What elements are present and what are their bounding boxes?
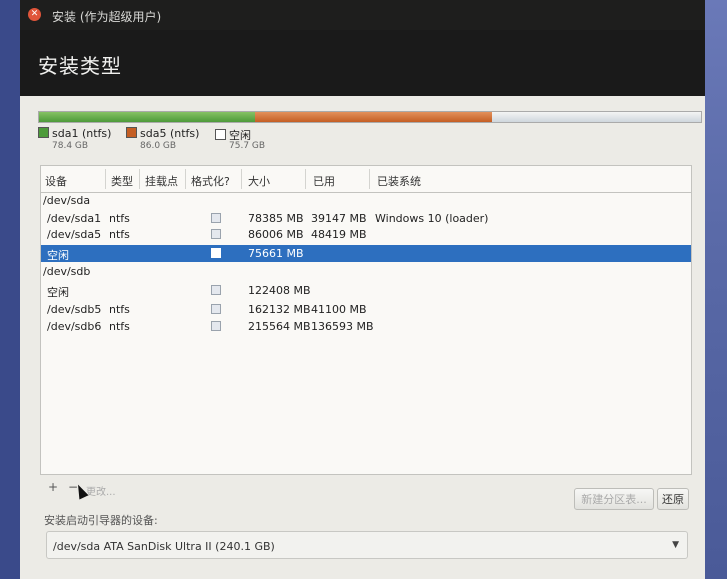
cell-type: ntfs [109, 320, 130, 333]
new-partition-table-button[interactable]: 新建分区表... [574, 488, 654, 510]
cell-size: 86006 MB [248, 228, 304, 241]
column-divider [305, 169, 306, 189]
column-header-device[interactable]: 设备 [45, 173, 67, 189]
format-checkbox[interactable] [211, 229, 221, 239]
column-header-used[interactable]: 已用 [313, 173, 335, 189]
legend-swatch [126, 127, 137, 138]
partition-segment-sda1 [39, 112, 255, 122]
column-divider [185, 169, 186, 189]
column-divider [105, 169, 106, 189]
cell-installed-system: Windows 10 (loader) [375, 212, 489, 225]
cell-size: 78385 MB [248, 212, 304, 225]
bootloader-device-label: 安装启动引导器的设备: [44, 514, 158, 527]
table-row-group[interactable]: /dev/sda [41, 192, 691, 209]
table-row[interactable]: 空闲 122408 MB [41, 282, 691, 299]
column-header-type[interactable]: 类型 [111, 173, 133, 189]
legend-size: 75.7 GB [229, 141, 266, 151]
cell-device: /dev/sdb6 [47, 320, 102, 333]
partition-segment-free [492, 112, 701, 122]
table-header: 设备 类型 挂载点 格式化? 大小 已用 已装系统 [41, 166, 691, 193]
bootloader-device-value: /dev/sda ATA SanDisk Ultra II (240.1 GB) [53, 540, 275, 553]
cell-used: 41100 MB [311, 303, 367, 316]
cell-used: 39147 MB [311, 212, 367, 225]
legend-item-sda5: sda5 (ntfs) [126, 127, 199, 140]
table-row-selected[interactable]: 空闲 75661 MB [41, 245, 691, 262]
cell-size: 162132 MB [248, 303, 311, 316]
installer-window: ✕ 安装 (作为超级用户) 安装类型 sda1 (ntfs) 78.4 GB s… [20, 0, 705, 579]
chevron-down-icon: ▼ [672, 540, 679, 550]
cell-used: 136593 MB [311, 320, 374, 333]
close-icon[interactable]: ✕ [28, 8, 41, 21]
cell-type: ntfs [109, 228, 130, 241]
cell-type: ntfs [109, 212, 130, 225]
column-divider [369, 169, 370, 189]
format-checkbox[interactable] [211, 304, 221, 314]
cell-size: 75661 MB [248, 247, 304, 260]
bootloader-device-select[interactable]: /dev/sda ATA SanDisk Ultra II (240.1 GB)… [46, 531, 688, 559]
cell-device: /dev/sda5 [47, 228, 102, 241]
partition-segment-sda5 [254, 112, 493, 122]
column-header-format[interactable]: 格式化? [191, 173, 230, 189]
format-checkbox[interactable] [211, 248, 221, 258]
table-row[interactable]: /dev/sda1 ntfs 78385 MB 39147 MB Windows… [41, 210, 691, 227]
revert-button[interactable]: 还原 [657, 488, 689, 510]
column-divider [139, 169, 140, 189]
column-header-installed-system[interactable]: 已装系统 [377, 173, 421, 189]
format-checkbox[interactable] [211, 213, 221, 223]
cell-size: 122408 MB [248, 284, 311, 297]
legend-swatch [38, 127, 49, 138]
cell-device: /dev/sdb5 [47, 303, 102, 316]
cell-device: /dev/sda1 [47, 212, 102, 225]
column-divider [241, 169, 242, 189]
cell-used: 48419 MB [311, 228, 367, 241]
table-row-group[interactable]: /dev/sdb [41, 263, 691, 280]
legend-size: 86.0 GB [140, 141, 177, 151]
format-checkbox[interactable] [211, 285, 221, 295]
page-header: 安装类型 [20, 30, 705, 96]
table-row[interactable]: /dev/sdb5 ntfs 162132 MB 41100 MB [41, 301, 691, 318]
cell-size: 215564 MB [248, 320, 311, 333]
legend-swatch [215, 129, 226, 140]
column-header-mount[interactable]: 挂载点 [145, 173, 178, 189]
title-bar: ✕ 安装 (作为超级用户) [20, 0, 705, 30]
legend-label: sda5 (ntfs) [140, 127, 200, 140]
table-row[interactable]: /dev/sda5 ntfs 86006 MB 48419 MB [41, 226, 691, 243]
page-title: 安装类型 [38, 54, 122, 78]
partition-table: 设备 类型 挂载点 格式化? 大小 已用 已装系统 /dev/sda /dev/… [40, 165, 692, 475]
legend-size: 78.4 GB [52, 141, 89, 151]
cell-device: /dev/sda [43, 194, 91, 207]
legend-item-sda1: sda1 (ntfs) [38, 127, 111, 140]
cell-type: ntfs [109, 303, 130, 316]
change-partition-button[interactable]: 更改... [86, 483, 116, 498]
cell-device: 空闲 [47, 286, 69, 299]
cell-device: 空闲 [47, 249, 69, 262]
cell-device: /dev/sdb [43, 265, 91, 278]
table-row[interactable]: /dev/sdb6 ntfs 215564 MB 136593 MB [41, 318, 691, 335]
format-checkbox[interactable] [211, 321, 221, 331]
column-header-size[interactable]: 大小 [248, 173, 270, 189]
window-title: 安装 (作为超级用户) [52, 10, 162, 24]
partition-usage-bar [38, 111, 702, 123]
legend-label: sda1 (ntfs) [52, 127, 112, 140]
add-partition-button[interactable]: + [48, 480, 58, 494]
